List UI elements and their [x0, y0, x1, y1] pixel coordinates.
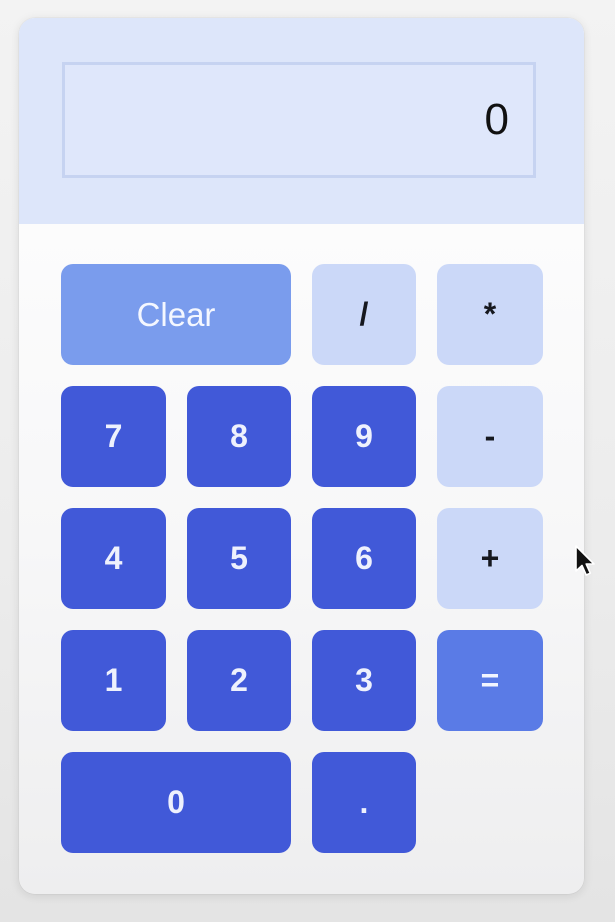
- four-button[interactable]: 4: [61, 508, 166, 609]
- eight-button[interactable]: 8: [187, 386, 291, 487]
- add-button[interactable]: +: [437, 508, 543, 609]
- divide-button[interactable]: /: [312, 264, 416, 365]
- nine-button[interactable]: 9: [312, 386, 416, 487]
- mouse-pointer-icon: [575, 545, 595, 576]
- subtract-button[interactable]: -: [437, 386, 543, 487]
- calculator: 0 Clear / * 7 8 9 - 4 5 6 + 1 2 3 = 0 .: [19, 18, 584, 894]
- seven-button[interactable]: 7: [61, 386, 166, 487]
- display-panel: 0: [19, 18, 584, 224]
- three-button[interactable]: 3: [312, 630, 416, 731]
- equals-button[interactable]: =: [437, 630, 543, 731]
- multiply-button[interactable]: *: [437, 264, 543, 365]
- two-button[interactable]: 2: [187, 630, 291, 731]
- zero-button[interactable]: 0: [61, 752, 291, 853]
- one-button[interactable]: 1: [61, 630, 166, 731]
- decimal-button[interactable]: .: [312, 752, 416, 853]
- display-screen: 0: [62, 62, 536, 178]
- six-button[interactable]: 6: [312, 508, 416, 609]
- clear-button[interactable]: Clear: [61, 264, 291, 365]
- five-button[interactable]: 5: [187, 508, 291, 609]
- display-value: 0: [484, 95, 509, 144]
